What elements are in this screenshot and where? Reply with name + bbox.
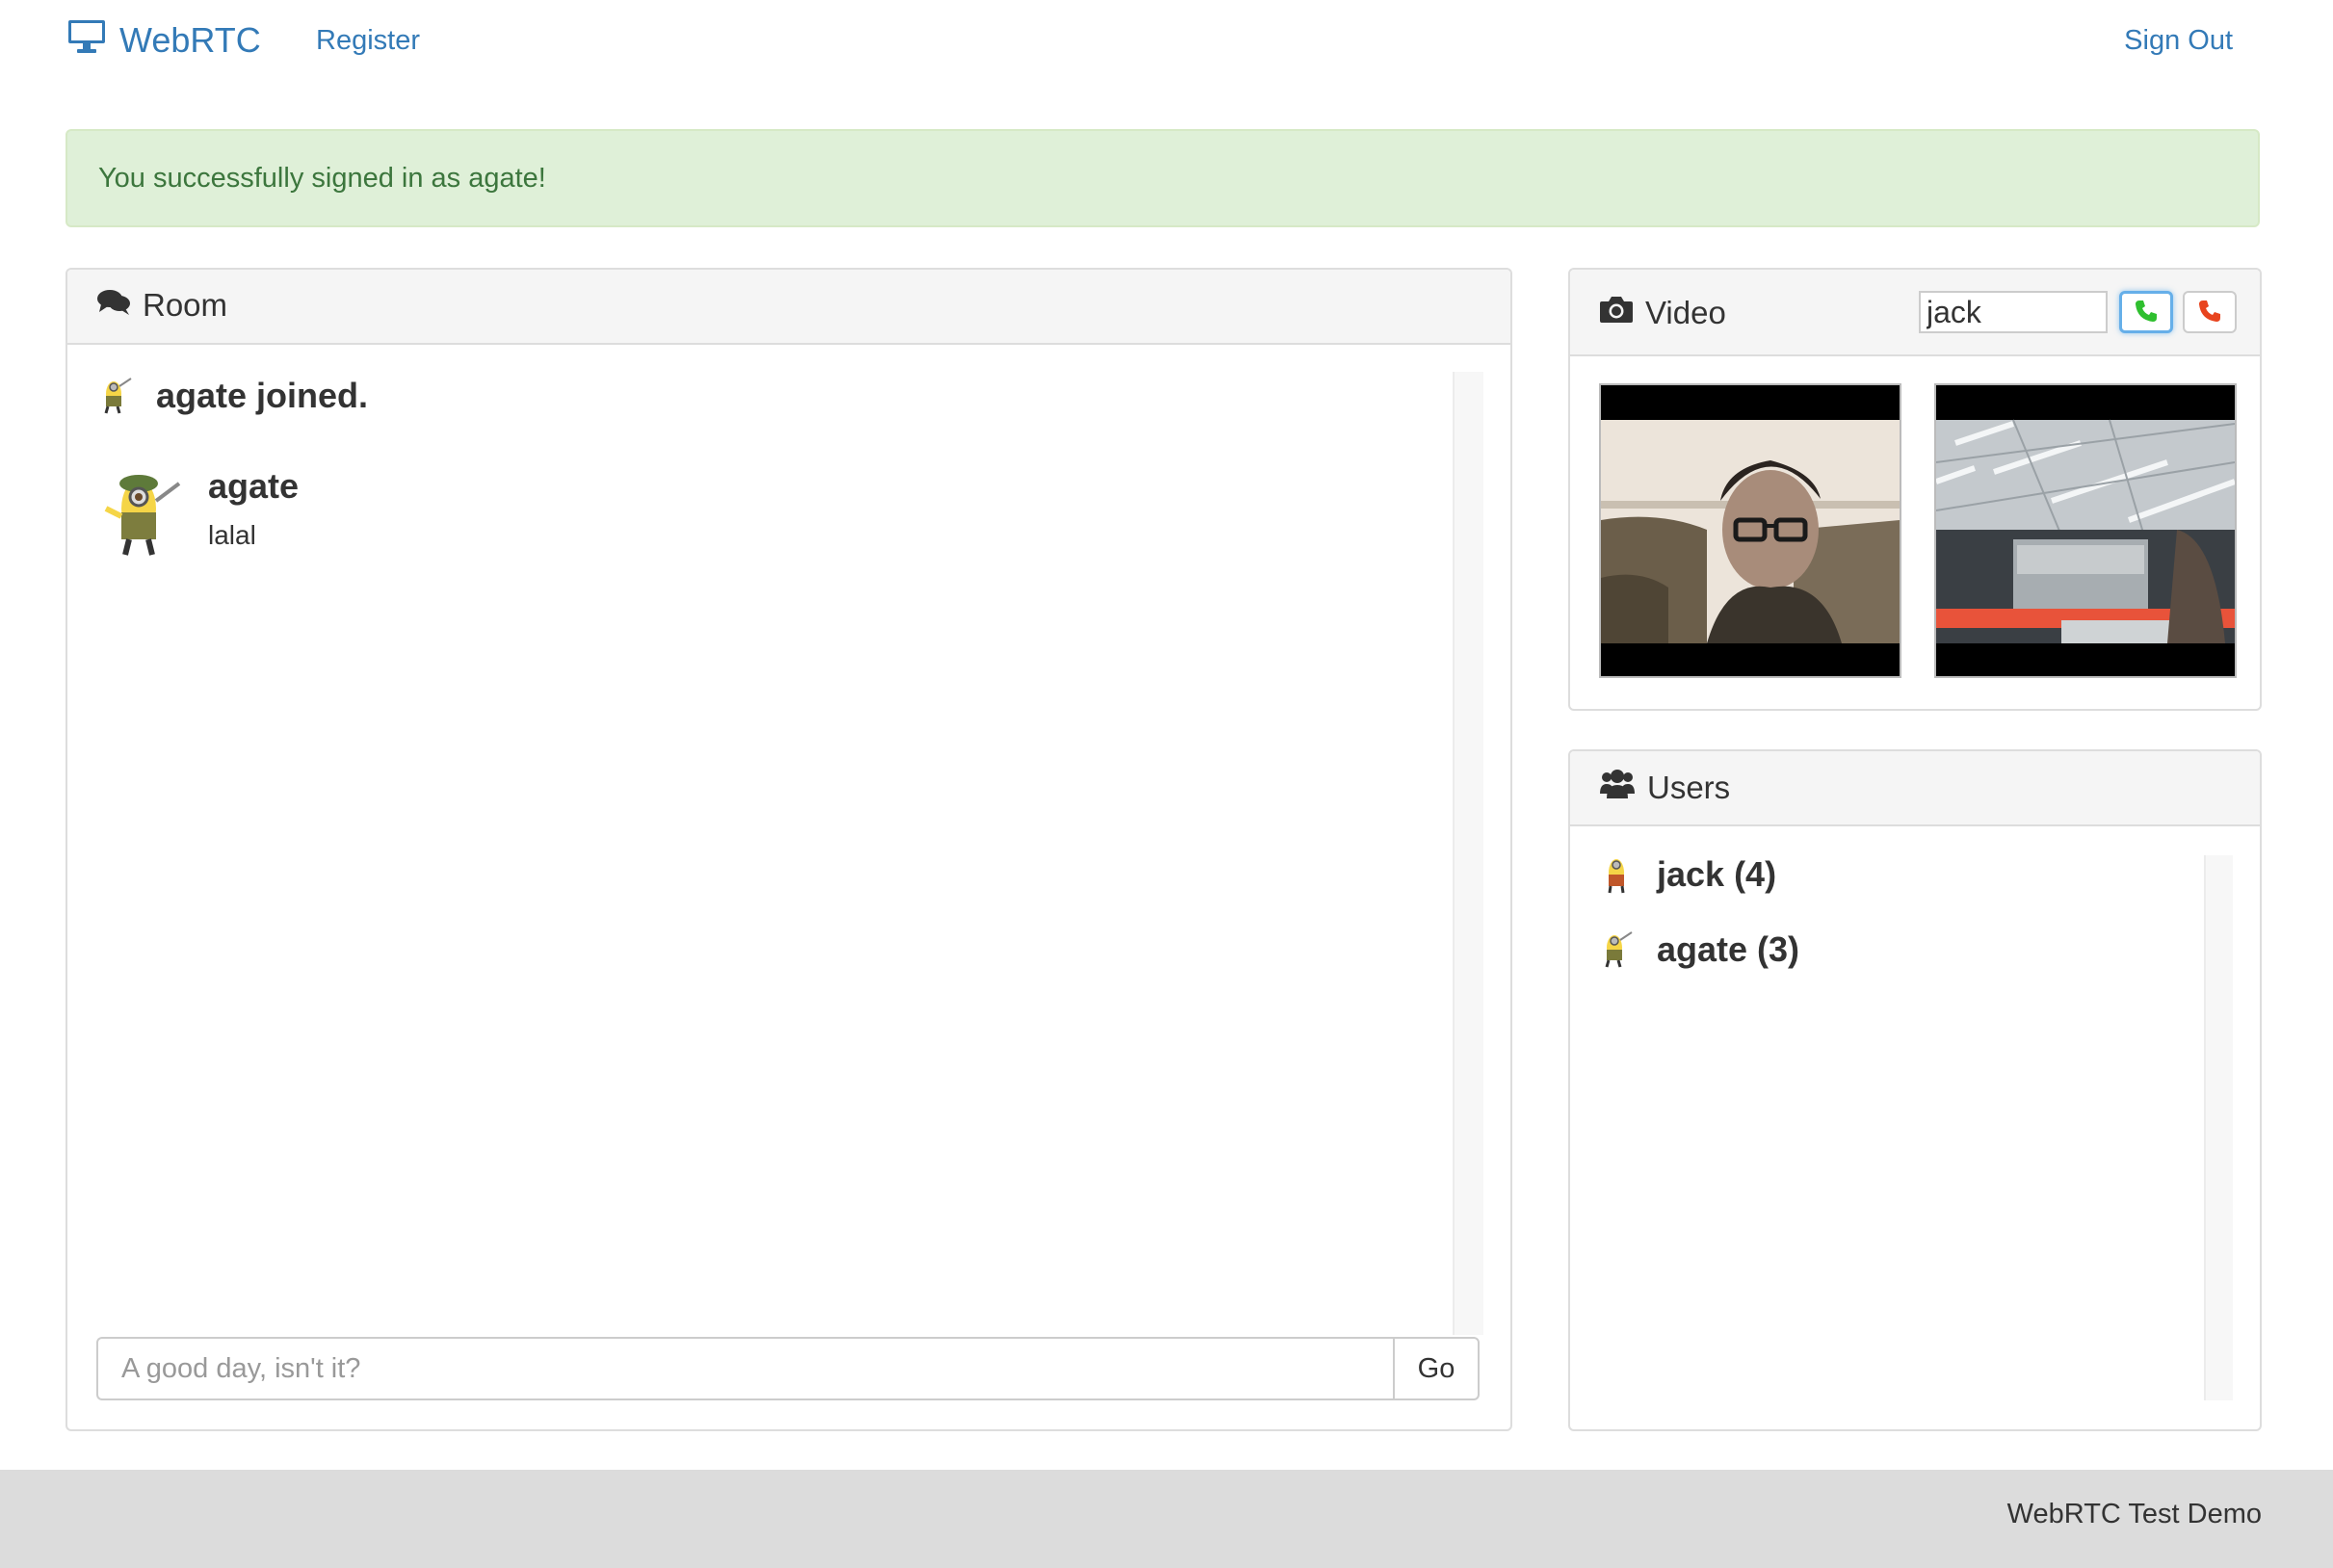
video-panel-heading: Video <box>1570 270 2260 356</box>
minion-avatar-icon <box>1597 927 1636 974</box>
users-scrollbar[interactable] <box>2204 855 2233 1400</box>
users-panel-heading: Users <box>1570 751 2260 826</box>
user-list-item[interactable]: agate (3) <box>1597 923 1799 977</box>
local-video <box>1599 383 1901 678</box>
users-title-label: Users <box>1647 770 1731 805</box>
minion-avatar-icon <box>96 373 135 420</box>
local-video-frame <box>1601 385 1900 676</box>
call-button[interactable] <box>2119 291 2173 333</box>
remote-video <box>1934 383 2237 678</box>
users-icon <box>1599 769 1636 807</box>
system-message-text: agate joined. <box>156 376 369 415</box>
sign-out-link[interactable]: Sign Out <box>2124 19 2233 62</box>
chat-scrollbar[interactable] <box>1453 372 1483 1335</box>
chat-input[interactable] <box>96 1337 1393 1400</box>
room-panel: Room agate joined. agate lalal A good da… <box>66 268 1512 1431</box>
peer-name-input[interactable] <box>1919 291 2108 333</box>
footer: WebRTC Test Demo <box>0 1470 2333 1568</box>
user-list-item[interactable]: jack (4) <box>1597 848 1776 902</box>
video-panel: Video <box>1568 268 2262 711</box>
room-title: Room <box>96 287 227 324</box>
brand-link[interactable]: WebRTC <box>67 15 261 65</box>
user-name: agate (3) <box>1657 929 1800 969</box>
footer-text: WebRTC Test Demo <box>2006 1499 2262 1529</box>
comments-icon <box>96 287 131 324</box>
minion-avatar-icon <box>96 462 189 563</box>
remote-video-frame <box>1936 385 2235 676</box>
system-message: agate joined. <box>96 372 368 420</box>
minion-avatar-icon <box>1597 851 1636 899</box>
users-panel: Users jack (4) agate (3) <box>1568 749 2262 1431</box>
send-button[interactable]: Go <box>1393 1337 1480 1400</box>
chat-message-author: agate <box>208 466 300 506</box>
navbar: WebRTC Register Sign Out <box>0 0 2333 81</box>
camera-icon <box>1599 295 1634 331</box>
brand-label: WebRTC <box>119 20 261 60</box>
chat-input-group: Go <box>96 1337 1480 1400</box>
video-title-label: Video <box>1645 295 1726 330</box>
phone-red-icon <box>2197 299 2222 327</box>
users-title: Users <box>1599 769 1730 807</box>
hangup-button[interactable] <box>2183 291 2237 333</box>
monitor-icon <box>67 19 106 63</box>
room-title-label: Room <box>143 287 228 323</box>
register-link[interactable]: Register <box>316 19 420 62</box>
user-name: jack (4) <box>1657 854 1777 894</box>
video-title: Video <box>1599 295 1726 331</box>
chat-message-text: lalal <box>208 520 256 550</box>
phone-green-icon <box>2134 299 2159 327</box>
room-panel-heading: Room <box>67 270 1510 345</box>
success-alert: You successfully signed in as agate! <box>66 129 2260 227</box>
